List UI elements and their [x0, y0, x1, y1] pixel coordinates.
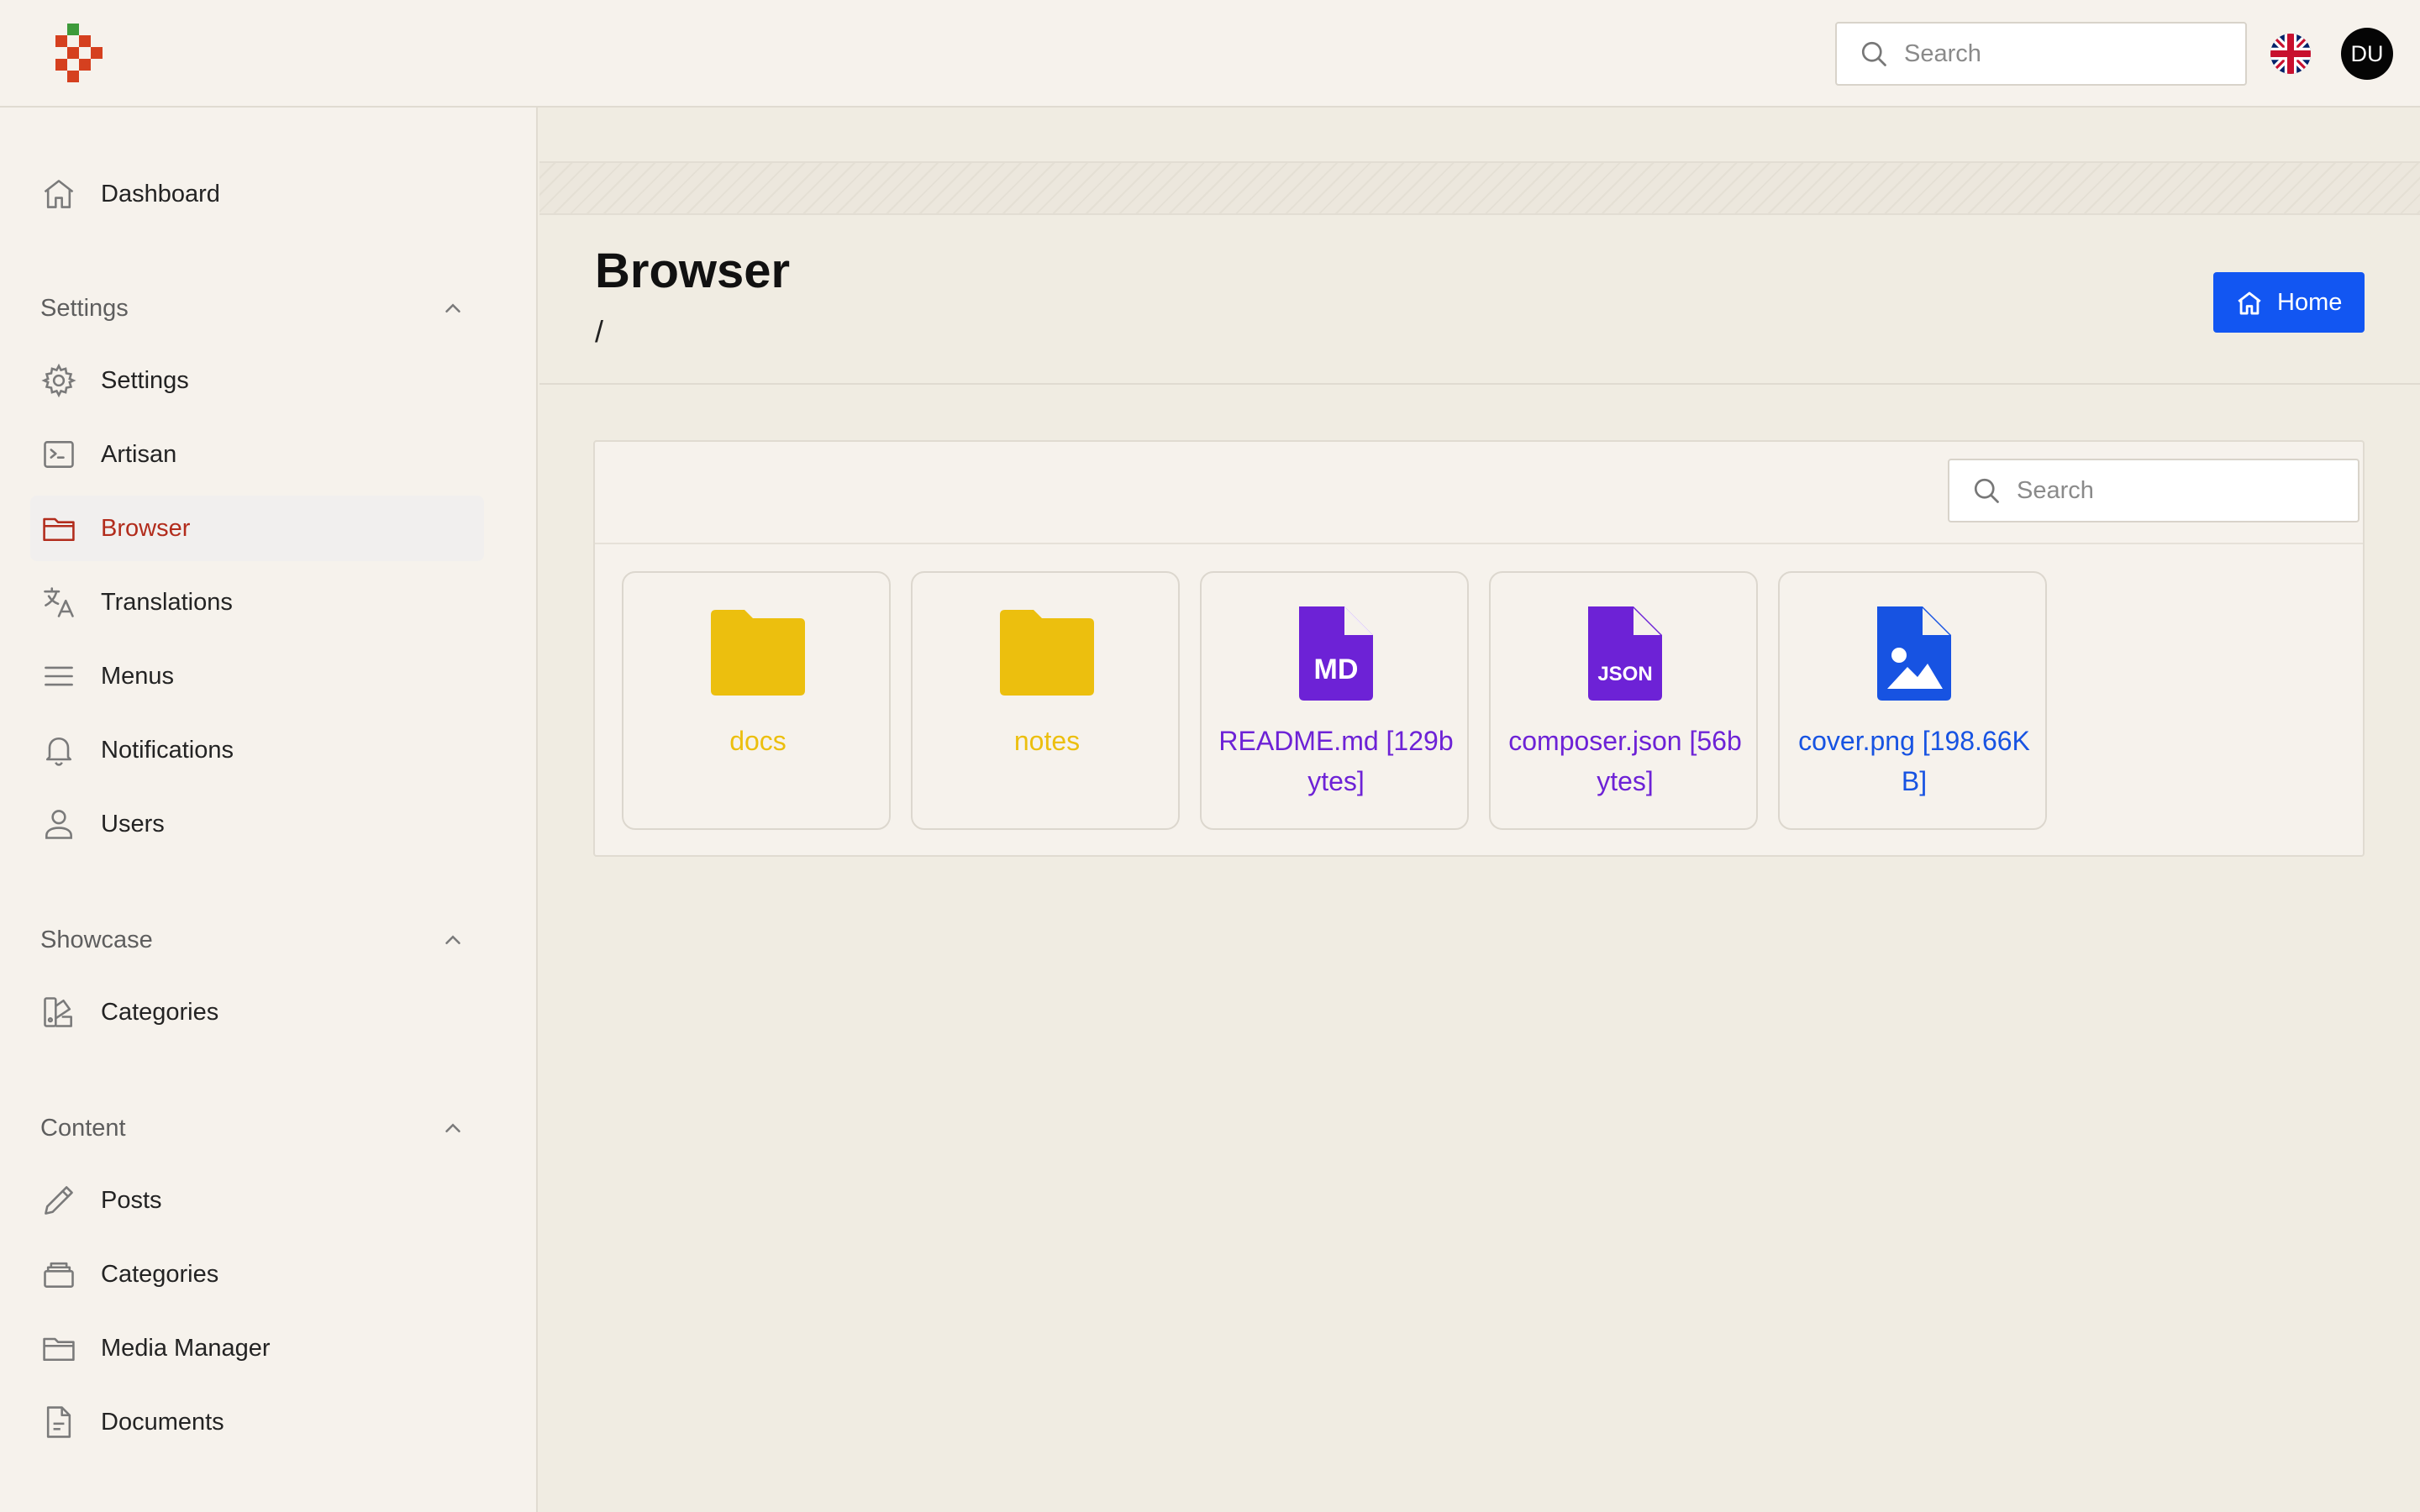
language-flag-icon[interactable]	[2270, 34, 2311, 74]
chevron-up-icon[interactable]	[440, 927, 466, 953]
swatch-icon	[44, 997, 72, 1027]
panel-toolbar: Search	[595, 442, 2363, 544]
search-placeholder: Search	[2017, 477, 2094, 504]
file-badge: MD	[1314, 654, 1359, 685]
sidebar-item-dashboard[interactable]: Dashboard	[30, 161, 484, 227]
section-title-showcase: Showcase	[40, 927, 153, 953]
folder-icon	[43, 1337, 75, 1362]
bell-icon	[45, 737, 72, 766]
folder-tile-docs[interactable]: docs	[622, 571, 891, 830]
page-title: Browser	[595, 244, 791, 298]
menu-icon	[45, 666, 73, 686]
main-content: Browser / Home Search docs notes MD READ…	[539, 108, 2420, 1512]
file-tile-cover-png[interactable]: cover.png [198.66KB]	[1778, 571, 2047, 830]
tile-label: cover.png [198.66KB]	[1798, 726, 2030, 796]
document-icon	[46, 1406, 71, 1438]
search-icon	[1861, 41, 1886, 66]
tile-label: notes	[1013, 726, 1081, 756]
sidebar-item-users[interactable]: Users	[30, 791, 484, 857]
file-badge: JSON	[1597, 663, 1652, 685]
sidebar-item-label: Documents	[101, 1409, 224, 1436]
home-button-label: Home	[2277, 289, 2343, 316]
sidebar: Dashboard Settings Settings Artisan Brow…	[0, 108, 538, 1512]
sidebar-item-menus[interactable]: Menus	[30, 643, 484, 709]
sidebar-item-label: Settings	[101, 367, 189, 394]
section-title-settings: Settings	[40, 295, 129, 322]
chevron-up-icon[interactable]	[440, 1116, 466, 1141]
sidebar-item-label: Menus	[101, 663, 175, 690]
image-file-icon	[1877, 606, 1951, 701]
section-title-content: Content	[40, 1115, 126, 1142]
sidebar-item-artisan[interactable]: Artisan	[30, 422, 484, 487]
tile-label: README.md [129bytes]	[1218, 726, 1454, 796]
sidebar-item-browser[interactable]: Browser	[30, 496, 484, 561]
tile-label: composer.json [56bytes]	[1508, 726, 1742, 796]
search-icon	[1974, 478, 1999, 503]
global-search-input[interactable]: Search	[1835, 22, 2247, 86]
folder-icon	[43, 517, 75, 542]
sidebar-item-label: Dashboard	[101, 181, 220, 207]
chevron-up-icon[interactable]	[440, 296, 466, 321]
sidebar-item-notifications[interactable]: Notifications	[30, 717, 484, 783]
top-bar: Search DU	[0, 0, 2420, 108]
home-icon	[44, 180, 74, 208]
file-tile-readme[interactable]: MD README.md [129bytes]	[1200, 571, 1469, 830]
folder-tile-notes[interactable]: notes	[911, 571, 1180, 830]
translate-icon	[44, 587, 74, 617]
sidebar-item-translations[interactable]: Translations	[30, 570, 484, 635]
sidebar-item-documents[interactable]: Documents	[30, 1389, 484, 1455]
home-button[interactable]: Home	[2213, 272, 2365, 333]
sidebar-item-media-manager[interactable]: Media Manager	[30, 1315, 484, 1381]
decorative-stripe	[539, 161, 2420, 215]
user-icon	[45, 810, 72, 839]
sidebar-item-label: Media Manager	[101, 1335, 271, 1362]
sidebar-item-showcase-categories[interactable]: Categories	[30, 979, 484, 1045]
sidebar-item-settings[interactable]: Settings	[30, 348, 484, 413]
json-file-icon: JSON	[1588, 606, 1662, 701]
folder-icon	[711, 610, 805, 696]
breadcrumb[interactable]: /	[595, 314, 603, 349]
search-placeholder: Search	[1904, 40, 1981, 67]
sidebar-item-label: Browser	[101, 515, 191, 542]
sidebar-item-content-categories[interactable]: Categories	[30, 1242, 484, 1307]
file-tile-composer-json[interactable]: JSON composer.json [56bytes]	[1489, 571, 1758, 830]
app-logo[interactable]	[55, 24, 106, 82]
terminal-icon	[44, 441, 74, 468]
sidebar-item-label: Posts	[101, 1187, 162, 1214]
user-avatar[interactable]: DU	[2341, 28, 2393, 80]
sidebar-item-label: Categories	[101, 999, 219, 1026]
sidebar-item-posts[interactable]: Posts	[30, 1168, 484, 1233]
sidebar-item-label: Categories	[101, 1261, 219, 1288]
markdown-file-icon: MD	[1299, 606, 1373, 701]
sidebar-item-label: Translations	[101, 589, 233, 616]
sidebar-item-label: Notifications	[101, 737, 234, 764]
file-browser-panel: Search docs notes MD README.md [129bytes…	[593, 440, 2365, 857]
sidebar-item-label: Users	[101, 811, 165, 837]
file-search-input[interactable]: Search	[1948, 459, 2360, 522]
sidebar-item-label: Artisan	[101, 441, 177, 468]
folder-icon	[1000, 610, 1094, 696]
page-header: Browser / Home	[539, 215, 2420, 385]
home-icon	[2238, 291, 2261, 315]
pencil-icon	[45, 1186, 73, 1215]
tile-label: docs	[729, 726, 786, 756]
stack-icon	[44, 1262, 74, 1288]
gear-icon	[41, 363, 76, 398]
